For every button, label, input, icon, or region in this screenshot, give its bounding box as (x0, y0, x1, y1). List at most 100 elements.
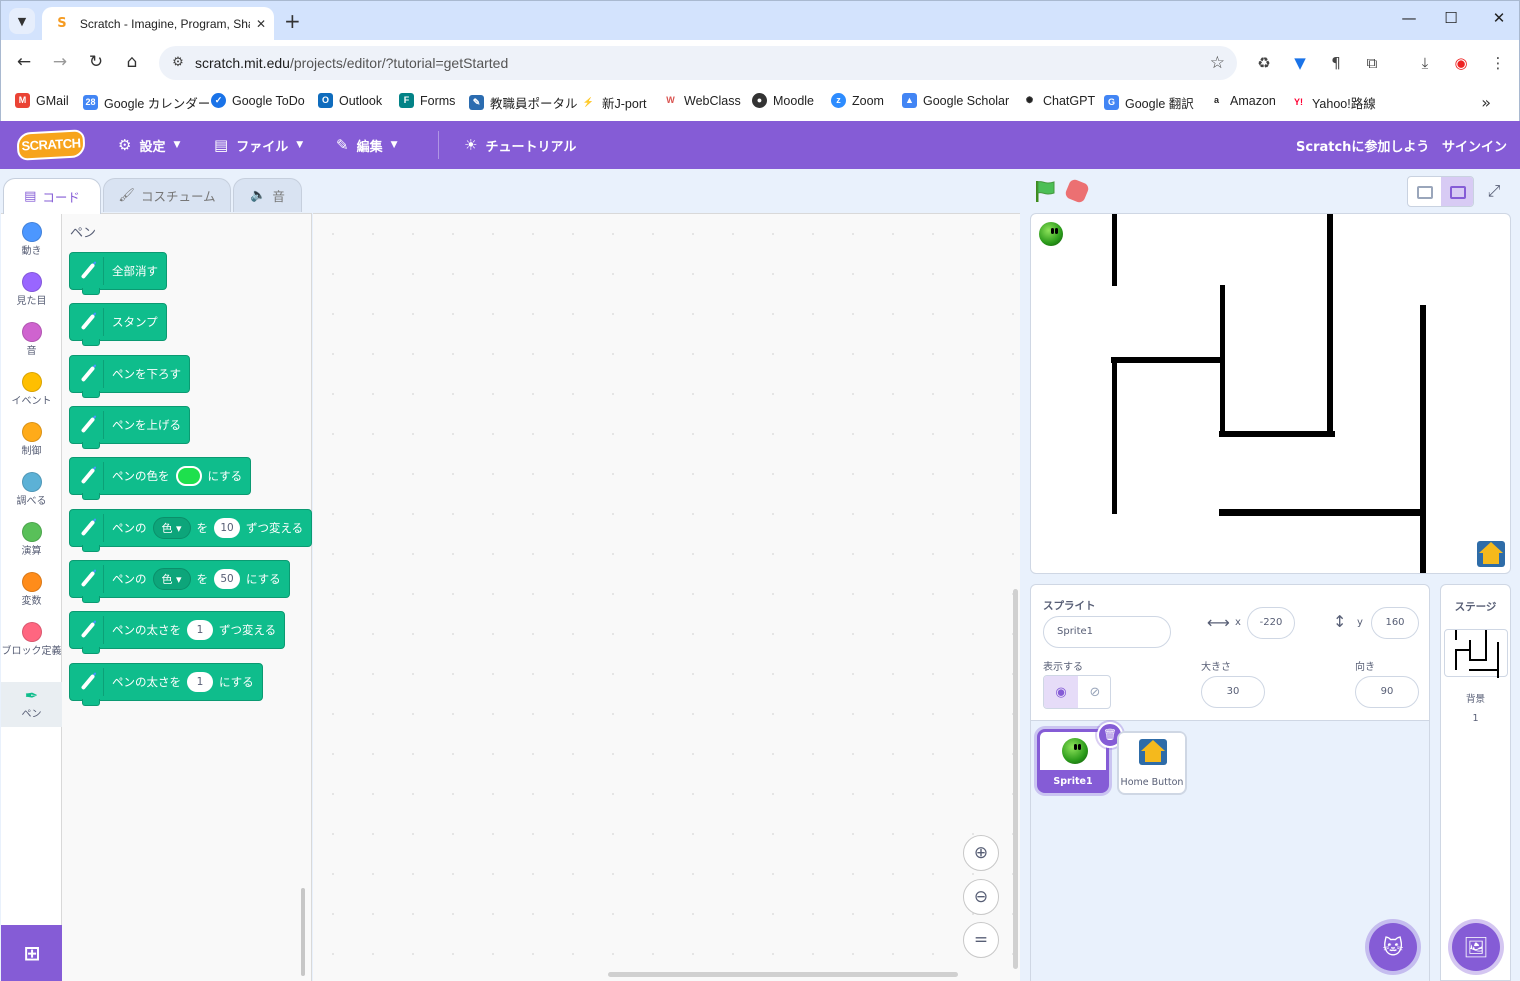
y-input[interactable]: 160 (1371, 607, 1419, 639)
bookmark-moodle[interactable]: ● Moodle (752, 93, 814, 108)
bookmark-chatgpt[interactable]: ✺ ChatGPT (1022, 93, 1095, 108)
url-text[interactable]: scratch.mit.edu/projects/editor/?tutoria… (195, 55, 508, 71)
add-sprite-cat-icon[interactable]: 🐱 (1369, 923, 1417, 971)
bookmark-amazon[interactable]: a Amazon (1209, 93, 1276, 108)
window-close-icon[interactable]: ✕ (1489, 9, 1509, 27)
scratch-logo[interactable]: SCRATCH (16, 129, 86, 161)
category-motion[interactable]: 動き (1, 222, 62, 258)
vpn-extension-icon[interactable]: ▼ (1290, 54, 1310, 72)
bookmark-calendar[interactable]: 28 Google カレンダー (83, 93, 210, 112)
size-input[interactable]: 30 (1201, 676, 1265, 708)
normal-stage-button[interactable] (1441, 177, 1473, 206)
maximize-icon[interactable]: ☐ (1441, 9, 1461, 27)
number-input[interactable]: 50 (214, 569, 241, 589)
sign-in-link[interactable]: サインイン (1442, 121, 1507, 169)
new-tab-plus-icon[interactable]: + (284, 9, 301, 33)
tab-search-chevron-icon[interactable]: ▼ (9, 8, 35, 34)
color-picker-swatch[interactable] (175, 466, 202, 486)
sprite-name-input[interactable]: Sprite1 (1043, 616, 1171, 648)
eye-hide-icon[interactable]: ⊘ (1078, 676, 1110, 708)
address-bar[interactable]: ⚙ scratch.mit.edu/projects/editor/?tutor… (159, 46, 1237, 80)
category-my-blocks[interactable]: ブロック定義 (1, 622, 62, 658)
zoom-out-button[interactable]: ⊖ (963, 879, 999, 915)
block-pen-stamp[interactable]: スタンプ (69, 303, 167, 346)
bookmarks-overflow-icon[interactable]: » (1481, 93, 1491, 112)
param-dropdown[interactable]: 色 ▾ (152, 568, 191, 590)
script-vertical-scrollbar[interactable] (1013, 589, 1018, 969)
recycle-extension-icon[interactable]: ♻ (1254, 54, 1274, 72)
number-input[interactable]: 10 (214, 518, 241, 538)
script-area[interactable]: ⊕ ⊖ = (313, 213, 1020, 981)
bookmark-translate[interactable]: G Google 翻訳 (1104, 93, 1194, 112)
bookmark-webclass[interactable]: W WebClass (663, 93, 741, 108)
stage-target-pane[interactable]: ステージ 背景 1 🖼 (1440, 584, 1511, 981)
sprite1-ball[interactable] (1039, 222, 1063, 246)
tutorials-button[interactable]: ☀ チュートリアル (464, 121, 576, 169)
edit-menu[interactable]: ✎ 編集 ▼ (336, 121, 398, 169)
category-sensing[interactable]: 調べる (1, 472, 62, 508)
bookmark-zoom[interactable]: z Zoom (831, 93, 884, 108)
block-set-pen-param[interactable]: ペンの 色 ▾ を 50 にする (69, 560, 290, 603)
category-looks[interactable]: 見た目 (1, 272, 62, 308)
green-flag-icon[interactable] (1033, 179, 1057, 203)
tab-code[interactable]: ▤ コード (3, 178, 101, 214)
block-pen-clear[interactable]: 全部消す (69, 252, 167, 295)
browser-tab[interactable]: S Scratch - Imagine, Program, Sha ✕ (42, 7, 274, 41)
bookmark-outlook[interactable]: O Outlook (318, 93, 382, 108)
tab-close-icon[interactable]: ✕ (256, 17, 266, 31)
extensions-puzzle-icon[interactable]: ⧉ (1362, 54, 1382, 72)
add-backdrop-image-icon[interactable]: 🖼 (1452, 923, 1500, 971)
backdrop-thumbnail[interactable] (1444, 629, 1508, 678)
download-icon[interactable]: ⤓ (1415, 54, 1435, 72)
block-change-pen-size[interactable]: ペンの太さを 1 ずつ変える (69, 611, 286, 654)
bookmark-gmail[interactable]: M GMail (15, 93, 69, 108)
small-stage-button[interactable] (1408, 177, 1441, 206)
number-input[interactable]: 1 (187, 672, 213, 692)
param-dropdown[interactable]: 色 ▾ (152, 517, 191, 539)
category-sound[interactable]: 音 (1, 322, 62, 358)
category-events[interactable]: イベント (1, 372, 62, 408)
category-variables[interactable]: 変数 (1, 572, 62, 608)
minimize-icon[interactable]: — (1399, 9, 1419, 27)
bookmark-portal[interactable]: ✎ 教職員ポータル (469, 93, 578, 112)
profile-avatar-icon[interactable]: ◉ (1451, 54, 1471, 72)
file-menu[interactable]: ▤ ファイル ▼ (214, 121, 303, 169)
tab-costumes[interactable]: 🖌 コスチューム (103, 178, 231, 212)
number-input[interactable]: 1 (187, 620, 213, 640)
block-pen-down[interactable]: ペンを下ろす (69, 355, 190, 398)
fullscreen-icon[interactable]: ⤢ (1482, 179, 1506, 203)
tab-sounds[interactable]: 🔈 音 (233, 178, 302, 212)
join-scratch-link[interactable]: Scratchに参加しよう (1296, 121, 1429, 169)
palette-scrollbar[interactable] (301, 888, 305, 976)
home-icon[interactable]: ⌂ (121, 52, 143, 72)
bookmark-star-icon[interactable]: ☆ (1210, 53, 1225, 73)
bookmark-todo[interactable]: ✓ Google ToDo (211, 93, 305, 108)
add-extension-button[interactable]: ⊞ (1, 925, 63, 981)
bookmark-yahoo[interactable]: Y! Yahoo!路線 (1291, 93, 1376, 112)
bookmark-jport[interactable]: ⚡ 新J-port (581, 93, 646, 112)
bookmark-forms[interactable]: F Forms (399, 93, 455, 108)
browser-menu-kebab-icon[interactable]: ⋮ (1488, 54, 1508, 72)
bookmark-scholar[interactable]: ▲ Google Scholar (902, 93, 1009, 108)
block-change-pen-param[interactable]: ペンの 色 ▾ を 10 ずつ変える (69, 509, 313, 552)
eye-show-icon[interactable]: ◉ (1044, 676, 1078, 708)
script-horizontal-scrollbar[interactable] (608, 972, 958, 977)
back-arrow-icon[interactable]: ← (13, 52, 35, 72)
block-set-pen-size[interactable]: ペンの太さを 1 にする (69, 663, 263, 706)
home-button-sprite[interactable] (1477, 541, 1505, 567)
reload-icon[interactable]: ↻ (85, 52, 107, 72)
category-pen[interactable]: ✒ ペン (1, 682, 62, 727)
sprite-tile-sprite1[interactable]: Sprite1 🗑 (1037, 722, 1123, 793)
settings-menu[interactable]: ⚙ 設定 ▼ (118, 121, 180, 169)
category-control[interactable]: 制御 (1, 422, 62, 458)
x-input[interactable]: -220 (1247, 607, 1295, 639)
stage-canvas[interactable] (1030, 213, 1511, 574)
zoom-in-button[interactable]: ⊕ (963, 835, 999, 871)
block-set-pen-color[interactable]: ペンの色を にする (69, 457, 252, 500)
forward-arrow-icon[interactable]: → (49, 52, 71, 72)
site-settings-icon[interactable]: ⚙ (169, 54, 187, 72)
direction-input[interactable]: 90 (1355, 676, 1419, 708)
pilcrow-extension-icon[interactable]: ¶ (1326, 54, 1346, 72)
sprite-tile-home-button[interactable]: Home Button (1117, 731, 1187, 795)
block-pen-up[interactable]: ペンを上げる (69, 406, 190, 449)
